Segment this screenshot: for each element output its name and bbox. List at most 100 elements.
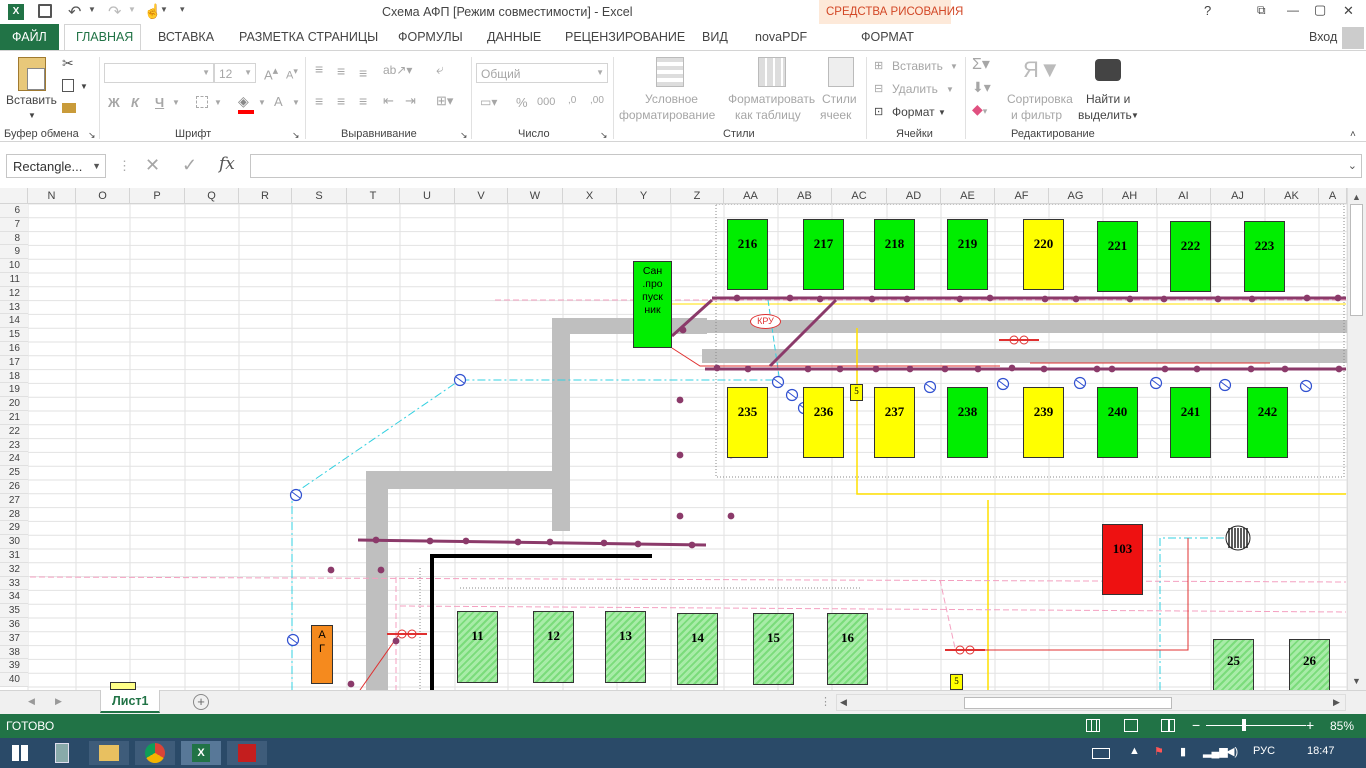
clear-icon[interactable]: ◆▾ bbox=[972, 101, 987, 118]
row-header[interactable]: 8 bbox=[0, 231, 28, 246]
row-header[interactable]: 12 bbox=[0, 286, 28, 301]
room-237[interactable]: 237 bbox=[874, 387, 915, 458]
font-color-icon[interactable]: A bbox=[274, 94, 283, 109]
column-header[interactable]: Q bbox=[185, 188, 239, 204]
underline-button[interactable]: Ч bbox=[155, 95, 164, 110]
number-format-field[interactable]: Общий ▼ bbox=[476, 63, 608, 83]
room-216[interactable]: 216 bbox=[727, 219, 768, 290]
conditional-formatting-icon[interactable] bbox=[656, 57, 684, 87]
sanitary-checkpoint[interactable]: Сан .про пуск ник bbox=[633, 261, 672, 348]
format-cells-icon[interactable]: ⊡ bbox=[874, 105, 883, 118]
undo-icon[interactable]: ↶ bbox=[68, 2, 81, 22]
small-label-5b[interactable]: 5 bbox=[950, 674, 963, 690]
hscroll-thumb[interactable] bbox=[964, 697, 1172, 709]
room-222[interactable]: 222 bbox=[1170, 221, 1211, 292]
insert-cells-button[interactable]: Вставить bbox=[892, 59, 943, 73]
font-size-dropdown-icon[interactable]: ▼ bbox=[244, 68, 252, 77]
row-header[interactable]: 9 bbox=[0, 245, 28, 260]
tab-home-label[interactable]: ГЛАВНАЯ bbox=[76, 30, 133, 44]
zoom-slider-track[interactable] bbox=[1206, 725, 1306, 726]
row-header[interactable]: 16 bbox=[0, 342, 28, 356]
room-16[interactable]: 16 bbox=[827, 613, 868, 685]
column-header[interactable]: Y bbox=[617, 188, 671, 204]
column-header[interactable]: AG bbox=[1049, 188, 1103, 204]
format-as-table-button-2[interactable]: как таблицу bbox=[735, 108, 801, 122]
column-header[interactable]: AF bbox=[995, 188, 1049, 204]
column-header[interactable]: AJ bbox=[1211, 188, 1265, 204]
hscroll-left-icon[interactable]: ◀ bbox=[840, 697, 847, 708]
column-header[interactable]: O bbox=[76, 188, 130, 204]
tab-view[interactable]: ВИД bbox=[702, 30, 728, 44]
tab-insert[interactable]: ВСТАВКА bbox=[158, 30, 214, 44]
signal-icon[interactable]: ▂▄▆ bbox=[1203, 745, 1228, 758]
row-header[interactable]: 18 bbox=[0, 369, 28, 384]
insert-dropdown-icon[interactable]: ▼ bbox=[950, 62, 958, 71]
help-button[interactable]: ? bbox=[1204, 3, 1211, 18]
copy-dropdown-icon[interactable]: ▼ bbox=[80, 82, 88, 91]
room-221[interactable]: 221 bbox=[1097, 221, 1138, 292]
format-as-table-icon[interactable] bbox=[758, 57, 786, 87]
format-cells-button[interactable]: Формат bbox=[892, 105, 935, 119]
row-header[interactable]: 7 bbox=[0, 217, 28, 232]
column-header[interactable]: AI bbox=[1157, 188, 1211, 204]
row-header[interactable]: 23 bbox=[0, 438, 28, 453]
close-button[interactable]: ✕ bbox=[1343, 3, 1354, 19]
network-alert-icon[interactable]: ⚑ bbox=[1154, 745, 1164, 758]
row-header[interactable]: 37 bbox=[0, 631, 28, 646]
fill-icon[interactable]: ⬇▾ bbox=[972, 79, 991, 96]
tab-file-label[interactable]: ФАЙЛ bbox=[12, 30, 47, 44]
column-header[interactable]: AE bbox=[941, 188, 995, 204]
tab-scroll-right-icon[interactable]: ▶ bbox=[55, 696, 62, 707]
language-indicator[interactable]: РУС bbox=[1253, 745, 1275, 757]
room-15[interactable]: 15 bbox=[753, 613, 794, 685]
tab-review[interactable]: РЕЦЕНЗИРОВАНИЕ bbox=[565, 30, 685, 44]
decrease-indent-icon[interactable]: ⇤ bbox=[383, 93, 394, 109]
percent-icon[interactable]: % bbox=[516, 95, 528, 110]
increase-decimal-icon[interactable]: ,0 bbox=[568, 95, 576, 106]
zoom-in-button[interactable]: + bbox=[1306, 717, 1314, 733]
pdf-reader-icon[interactable] bbox=[227, 741, 267, 765]
copy-icon[interactable] bbox=[62, 79, 74, 92]
column-header[interactable]: AA bbox=[724, 188, 778, 204]
room-235[interactable]: 235 bbox=[727, 387, 768, 458]
select-all-corner[interactable] bbox=[0, 188, 28, 204]
row-header[interactable]: 11 bbox=[0, 273, 28, 287]
room-11[interactable]: 11 bbox=[457, 611, 498, 683]
battery-icon[interactable]: ▮ bbox=[1180, 745, 1186, 758]
zoom-slider-thumb[interactable] bbox=[1242, 719, 1246, 731]
conditional-formatting-button-2[interactable]: форматирование bbox=[619, 108, 715, 122]
row-header[interactable]: 17 bbox=[0, 355, 28, 370]
clock[interactable]: 18:47 bbox=[1307, 745, 1335, 757]
sheet-tab-label[interactable]: Лист1 bbox=[112, 694, 148, 708]
row-header[interactable]: 24 bbox=[0, 452, 28, 467]
file-explorer-icon[interactable] bbox=[89, 741, 129, 765]
bold-button[interactable]: Ж bbox=[108, 95, 120, 110]
number-launcher-icon[interactable]: ↘ bbox=[600, 130, 608, 141]
minimize-button[interactable]: — bbox=[1287, 3, 1299, 17]
page-layout-view-icon[interactable] bbox=[1124, 719, 1138, 732]
row-header[interactable]: 27 bbox=[0, 493, 28, 508]
clipboard-launcher-icon[interactable]: ↘ bbox=[88, 130, 96, 141]
font-size-field[interactable]: 12 ▼ bbox=[214, 63, 256, 83]
scroll-down-icon[interactable]: ▼ bbox=[1352, 676, 1361, 686]
yellow-shape-partial[interactable] bbox=[110, 682, 136, 690]
name-box-dropdown-icon[interactable]: ▼ bbox=[92, 161, 101, 171]
row-header[interactable]: 10 bbox=[0, 259, 28, 273]
row-header[interactable]: 20 bbox=[0, 397, 28, 411]
column-header[interactable]: AC bbox=[832, 188, 887, 204]
row-header[interactable]: 21 bbox=[0, 411, 28, 425]
column-header[interactable]: T bbox=[347, 188, 400, 204]
tab-page-layout[interactable]: РАЗМЕТКА СТРАНИЦЫ bbox=[239, 30, 378, 44]
add-sheet-icon[interactable]: + bbox=[193, 694, 209, 710]
decrease-decimal-icon[interactable]: ,00 bbox=[590, 95, 604, 106]
name-box[interactable]: Rectangle... ▼ bbox=[6, 154, 106, 178]
ag-box[interactable]: А Г bbox=[311, 625, 333, 684]
room-220[interactable]: 220 bbox=[1023, 219, 1064, 290]
tab-scroll-left-icon[interactable]: ◀ bbox=[28, 696, 35, 707]
cell-styles-button[interactable]: Стили bbox=[822, 92, 857, 106]
row-header[interactable]: 38 bbox=[0, 645, 28, 660]
column-header[interactable]: V bbox=[455, 188, 508, 204]
show-hidden-icons[interactable]: ▲ bbox=[1129, 745, 1140, 757]
ribbon-display-button[interactable]: ⧉ bbox=[1257, 3, 1266, 18]
comma-style-icon[interactable]: 000 bbox=[537, 96, 555, 108]
